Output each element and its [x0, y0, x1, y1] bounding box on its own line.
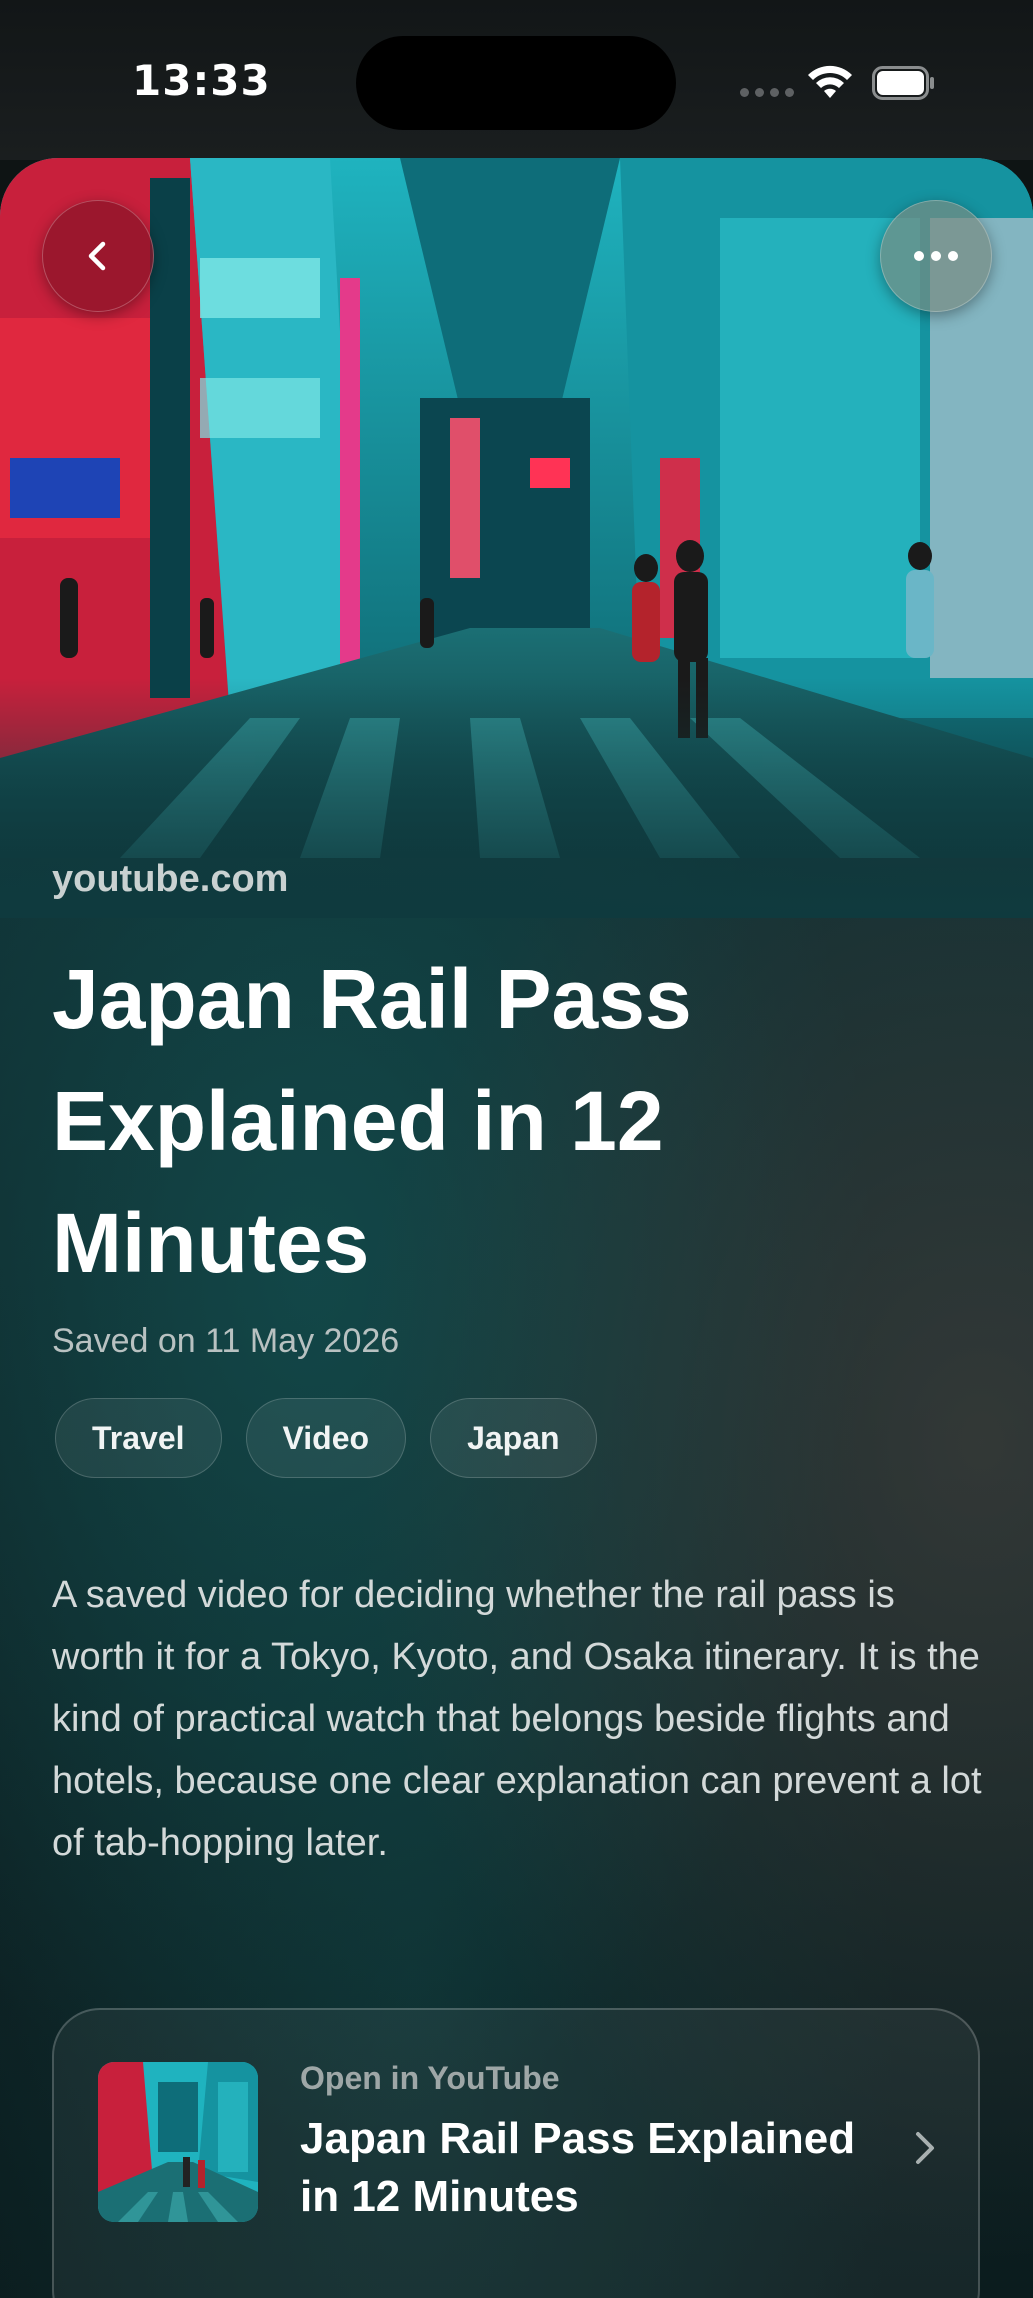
status-time: 13:33 [132, 56, 271, 105]
more-options-button[interactable] [880, 200, 992, 312]
more-horizontal-icon [914, 251, 958, 261]
open-in-youtube-card[interactable]: Open in YouTube Japan Rail Pass Explaine… [52, 2008, 980, 2298]
chevron-left-icon [88, 241, 106, 271]
source-domain: youtube.com [52, 858, 289, 900]
video-thumbnail [98, 2062, 258, 2222]
article-title: Japan Rail Pass Explained in 12 Minutes [52, 952, 692, 1290]
tag-video[interactable]: Video [245, 1398, 407, 1478]
status-bar: 13:33 [0, 0, 1033, 160]
link-card-title: Japan Rail Pass Explained in 12 Minutes [300, 2114, 856, 2221]
saved-date: Saved on 11 May 2026 [52, 1322, 400, 1360]
tag-travel[interactable]: Travel [55, 1398, 222, 1478]
back-button[interactable] [42, 200, 154, 312]
wifi-icon [808, 65, 852, 98]
cellular-signal-icon [740, 88, 794, 97]
dynamic-island [356, 36, 676, 130]
chevron-right-icon [916, 2132, 934, 2164]
article-description: A saved video for deciding whether the r… [52, 1574, 982, 1864]
tag-list: Travel Video Japan [55, 1398, 597, 1478]
detail-card: youtube.com Japan Rail Pass Explained in… [0, 158, 1033, 2298]
open-in-youtube-label: Open in YouTube [300, 2060, 560, 2096]
battery-icon [872, 66, 934, 100]
tag-japan[interactable]: Japan [430, 1398, 597, 1478]
